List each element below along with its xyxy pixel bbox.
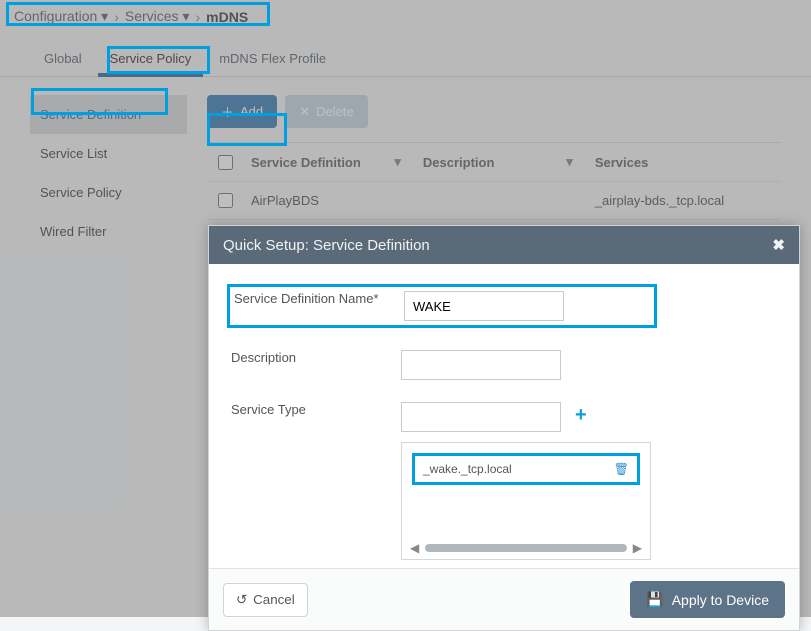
service-definition-table: Service Definition ▾ Description ▾ Servi… (207, 142, 781, 220)
breadcrumb-current: mDNS (206, 9, 248, 25)
filter-icon[interactable]: ▾ (394, 154, 407, 170)
select-all-checkbox[interactable] (218, 155, 233, 170)
service-type-item-label: _wake._tcp.local (423, 462, 512, 476)
sidebar: Service Definition Service List Service … (30, 95, 187, 604)
service-type-list: _wake._tcp.local 🗑 ◀ ▶ (401, 442, 651, 560)
service-type-label: Service Type (231, 402, 401, 418)
sidebar-item-service-list[interactable]: Service List (30, 134, 187, 173)
modal-title: Quick Setup: Service Definition (223, 237, 430, 254)
cancel-button-label: Cancel (253, 592, 295, 607)
scrollbar-track[interactable] (425, 544, 627, 552)
delete-button-label: Delete (316, 104, 354, 119)
close-icon: ✕ (299, 104, 310, 120)
service-type-item[interactable]: _wake._tcp.local 🗑 (412, 453, 640, 485)
close-icon[interactable]: ✖ (772, 236, 785, 254)
breadcrumb-services[interactable]: Services ▾ (125, 8, 190, 25)
sidebar-item-service-policy[interactable]: Service Policy (30, 173, 187, 212)
col-description[interactable]: Description (423, 155, 495, 170)
chevron-right-icon: › (195, 9, 200, 25)
sidebar-item-service-definition[interactable]: Service Definition (30, 95, 187, 134)
modal-header: Quick Setup: Service Definition ✖ (209, 226, 799, 264)
add-button[interactable]: ＋ Add (207, 95, 277, 128)
description-input[interactable] (401, 350, 561, 380)
tab-global[interactable]: Global (30, 43, 96, 76)
horizontal-scrollbar[interactable]: ◀ ▶ (410, 541, 642, 555)
sidebar-item-wired-filter[interactable]: Wired Filter (30, 212, 187, 251)
cell-services: _airplay-bds._tcp.local (587, 182, 781, 219)
add-service-type-icon[interactable]: + (575, 402, 587, 428)
highlight-name-row: Service Definition Name* (227, 284, 657, 328)
col-service-definition[interactable]: Service Definition (251, 155, 361, 170)
col-services[interactable]: Services (595, 155, 649, 170)
breadcrumb: Configuration ▾ › Services ▾ › mDNS (0, 0, 811, 33)
service-definition-name-input[interactable] (404, 291, 564, 321)
save-icon: 💾 (646, 591, 663, 608)
name-label: Service Definition Name* (234, 291, 404, 307)
description-label: Description (231, 350, 401, 366)
tab-service-policy[interactable]: Service Policy (96, 43, 206, 76)
apply-to-device-button[interactable]: 💾 Apply to Device (630, 581, 785, 618)
modal-footer: ↺ Cancel 💾 Apply to Device (209, 568, 799, 630)
scroll-left-icon[interactable]: ◀ (410, 541, 419, 555)
service-type-input[interactable] (401, 402, 561, 432)
tab-bar: Global Service Policy mDNS Flex Profile (0, 33, 811, 77)
chevron-right-icon: › (114, 9, 119, 25)
row-checkbox[interactable] (218, 193, 233, 208)
tab-mdns-flex-profile[interactable]: mDNS Flex Profile (205, 43, 340, 76)
trash-icon[interactable]: 🗑 (614, 462, 629, 476)
plus-icon: ＋ (221, 102, 234, 121)
modal-body: Service Definition Name* Description Ser… (209, 264, 799, 568)
quick-setup-modal: Quick Setup: Service Definition ✖ Servic… (208, 225, 800, 631)
breadcrumb-configuration[interactable]: Configuration ▾ (14, 8, 108, 25)
apply-button-label: Apply to Device (672, 592, 769, 608)
table-header: Service Definition ▾ Description ▾ Servi… (207, 143, 781, 182)
add-button-label: Add (240, 104, 263, 119)
undo-icon: ↺ (236, 592, 247, 608)
filter-icon[interactable]: ▾ (566, 154, 579, 170)
scroll-right-icon[interactable]: ▶ (633, 541, 642, 555)
delete-button[interactable]: ✕ Delete (285, 95, 367, 128)
cancel-button[interactable]: ↺ Cancel (223, 583, 308, 617)
toolbar: ＋ Add ✕ Delete (207, 95, 781, 128)
table-row[interactable]: AirPlayBDS _airplay-bds._tcp.local (207, 182, 781, 220)
cell-description (415, 190, 587, 212)
cell-service-definition: AirPlayBDS (243, 182, 415, 219)
